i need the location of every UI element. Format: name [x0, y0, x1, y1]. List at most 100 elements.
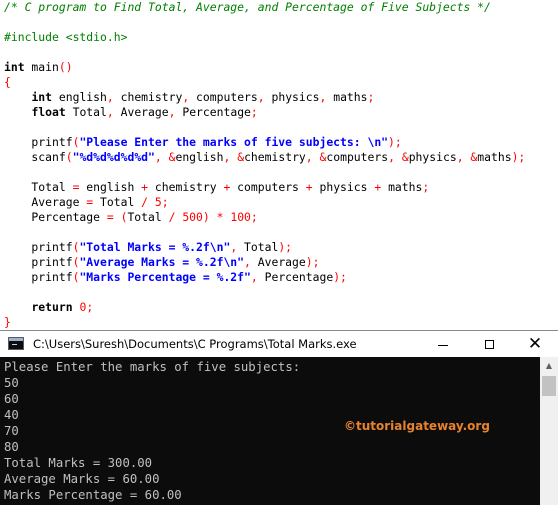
code-token: Average — [250, 255, 306, 269]
console-output-line: Please Enter the marks of five subjects: — [4, 360, 301, 374]
console-output-line: Total Marks = 300.00 — [4, 456, 153, 470]
code-token: ); — [333, 270, 347, 284]
code-token: + — [141, 180, 149, 194]
code-token: 5 — [154, 195, 162, 209]
code-token: Average — [4, 195, 87, 209]
code-token: float — [31, 105, 66, 119]
code-token: physics — [312, 180, 375, 194]
watermark-text: ©tutorialgateway.org — [344, 419, 490, 433]
code-token: maths — [326, 90, 368, 104]
code-token: , & — [456, 150, 478, 164]
code-token: english — [52, 90, 107, 104]
close-icon: ✕ — [527, 333, 543, 354]
code-token: ); — [511, 150, 526, 164]
maximize-button[interactable] — [466, 331, 512, 357]
code-token: #include <stdio.h> — [4, 30, 128, 44]
code-token: maths — [381, 180, 423, 194]
code-line: Percentage = (Total / 500) * 100; — [4, 210, 258, 225]
code-token: Percentage — [257, 270, 334, 284]
console-output-line: Average Marks = 60.00 — [4, 472, 160, 486]
code-token: physics — [264, 90, 320, 104]
code-token: "Average Marks = %.2f\n" — [79, 255, 245, 269]
code-token: printf — [4, 270, 73, 284]
code-token: 100 — [230, 210, 251, 224]
code-token: Total — [4, 180, 73, 194]
code-line: printf("Marks Percentage = %.2f", Percen… — [4, 270, 347, 285]
code-token: Percentage — [175, 105, 251, 119]
code-editor[interactable]: /* C program to Find Total, Average, and… — [0, 0, 558, 330]
close-button[interactable]: ✕ — [512, 331, 558, 357]
code-token: ; — [86, 300, 94, 314]
code-token: physics — [408, 150, 457, 164]
code-token: printf — [4, 135, 73, 149]
code-token: english — [79, 180, 142, 194]
code-token: , — [244, 255, 251, 269]
code-line: Average = Total / 5; — [4, 195, 168, 210]
code-token: computers — [189, 90, 258, 104]
code-token: Total — [93, 195, 142, 209]
code-token: ); — [388, 135, 402, 149]
console-output[interactable]: ©tutorialgateway.org Please Enter the mar… — [0, 357, 540, 505]
code-line: int main() — [4, 60, 73, 75]
code-token: ) * — [202, 210, 224, 224]
code-token: ; — [250, 210, 258, 224]
code-line: #include <stdio.h> — [4, 30, 127, 45]
console-window: C:\Users\Suresh\Documents\C Programs\Tot… — [0, 330, 558, 505]
code-token: english — [175, 150, 224, 164]
code-token: Total — [127, 210, 169, 224]
code-token: , & — [154, 150, 176, 164]
code-line: return 0; — [4, 300, 93, 315]
code-token: / — [141, 195, 149, 209]
console-output-line: 70 — [4, 424, 19, 438]
code-token: Total — [237, 240, 279, 254]
code-token: computers — [326, 150, 389, 164]
code-line: scanf("%d%d%d%d%d", &english, &chemistry… — [4, 150, 525, 165]
code-token: printf — [4, 255, 73, 269]
console-output-line: 80 — [4, 440, 19, 454]
code-token: main — [24, 60, 59, 74]
console-titlebar[interactable]: C:\Users\Suresh\Documents\C Programs\Tot… — [0, 331, 558, 357]
code-token: Total — [65, 105, 107, 119]
code-line: { — [4, 75, 11, 90]
code-line: printf("Average Marks = %.2f\n", Average… — [4, 255, 319, 270]
code-token: ); — [278, 240, 293, 254]
console-output-line: 50 — [4, 376, 19, 390]
code-token: ( — [65, 150, 73, 164]
code-token: { — [4, 75, 11, 89]
vertical-scrollbar[interactable]: ▲ — [540, 357, 558, 505]
code-token: chemistry — [113, 90, 183, 104]
code-token: , — [106, 105, 114, 119]
scroll-thumb[interactable] — [542, 376, 556, 396]
code-token: } — [4, 315, 11, 329]
code-token: , & — [223, 150, 245, 164]
code-token: Average — [113, 105, 169, 119]
code-token: chemistry — [148, 180, 224, 194]
code-token: Percentage — [4, 210, 107, 224]
code-token: , — [106, 90, 114, 104]
scroll-up-arrow-icon[interactable]: ▲ — [540, 357, 558, 374]
code-token: chemistry — [244, 150, 306, 164]
code-token: printf — [4, 240, 73, 254]
maximize-icon — [484, 339, 494, 349]
code-token: () — [58, 60, 73, 74]
code-token: , — [257, 90, 265, 104]
window-title: C:\Users\Suresh\Documents\C Programs\Tot… — [33, 337, 357, 351]
code-token: = ( — [106, 210, 128, 224]
code-token: computers — [230, 180, 306, 194]
code-line: printf("Please Enter the marks of five s… — [4, 135, 402, 150]
code-line: float Total, Average, Percentage; — [4, 105, 257, 120]
code-line: printf("Total Marks = %.2f\n", Total); — [4, 240, 292, 255]
console-app-icon — [8, 337, 24, 350]
minimize-button[interactable] — [420, 331, 466, 357]
console-output-line: Marks Percentage = 60.00 — [4, 488, 182, 502]
code-token: "Total Marks = %.2f\n" — [79, 240, 231, 254]
code-token: , & — [388, 150, 409, 164]
code-token: "Marks Percentage = %.2f" — [79, 270, 251, 284]
code-token: int — [4, 60, 25, 74]
code-token: ); — [305, 255, 320, 269]
code-line: } — [4, 315, 11, 330]
console-output-line: 60 — [4, 392, 19, 406]
code-token: return — [31, 300, 73, 314]
